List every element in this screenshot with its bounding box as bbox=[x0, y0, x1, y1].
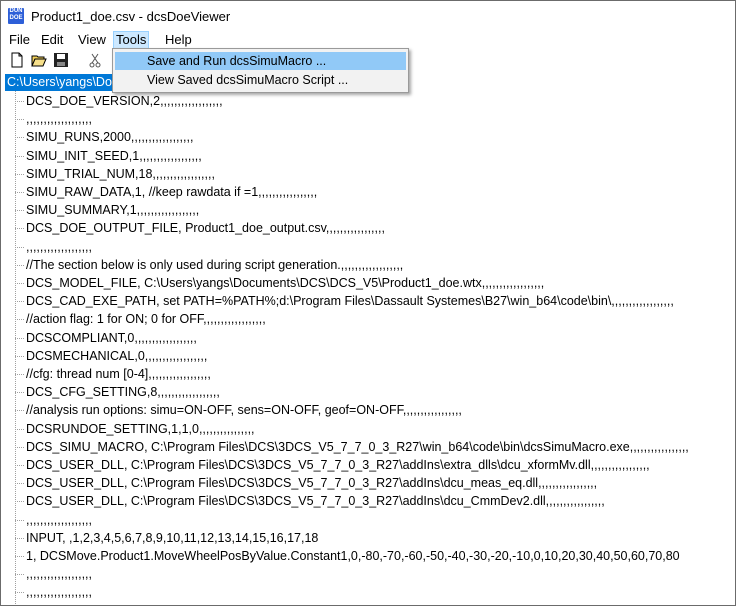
tree-line-text: //analysis run options: simu=ON-OFF, sen… bbox=[26, 403, 462, 418]
tree-line-text: //action flag: 1 for ON; 0 for OFF,,,,,,… bbox=[26, 312, 266, 327]
tree-root-node[interactable]: C:\Users\yangs\Do bbox=[5, 74, 114, 91]
app-icon: DUN DOE bbox=[8, 8, 24, 24]
tree-connector bbox=[15, 246, 24, 248]
tree-line-text: //cfg: thread num [0-4],,,,,,,,,,,,,,,,,… bbox=[26, 367, 211, 381]
tree-connector bbox=[15, 355, 24, 357]
tree-connector bbox=[15, 101, 24, 102]
open-folder-icon[interactable] bbox=[31, 52, 47, 68]
tree-connector bbox=[15, 392, 24, 394]
tree-line-text: DCSCOMPLIANT,0,,,,,,,,,,,,,,,,,, bbox=[26, 330, 197, 345]
tree-connector bbox=[15, 301, 24, 303]
cut-icon[interactable] bbox=[87, 52, 103, 68]
menu-bar: File Edit View Tools Help bbox=[1, 31, 735, 49]
tree-connector bbox=[15, 264, 24, 266]
window-title: Product1_doe.csv - dcsDoeViewer bbox=[31, 9, 231, 24]
tree-line-text: SIMU_TRIAL_NUM,18,,,,,,,,,,,,,,,,,, bbox=[26, 166, 215, 181]
tree-connector bbox=[15, 119, 24, 121]
tree-line-text: DCS_CFG_SETTING,8,,,,,,,,,,,,,,,,,, bbox=[26, 385, 220, 400]
tree-connector bbox=[15, 483, 24, 485]
tree-line-text: ,,,,,,,,,,,,,,,,,,, bbox=[26, 512, 92, 527]
tree-connector bbox=[15, 155, 24, 157]
tree-line-text: ,,,,,,,,,,,,,,,,,,, bbox=[26, 567, 92, 582]
tree-connector bbox=[15, 228, 24, 230]
tree-connector bbox=[15, 319, 24, 321]
tree-connector bbox=[15, 446, 24, 448]
tree-line-text: DCS_USER_DLL, C:\Program Files\DCS\3DCS_… bbox=[26, 458, 650, 472]
title-bar: DUN DOE Product1_doe.csv - dcsDoeViewer bbox=[1, 1, 735, 31]
tree-line-text: DCSRUNDOE_SETTING,1,1,0,,,,,,,,,,,,,,,, bbox=[26, 421, 255, 436]
tree-connector bbox=[15, 210, 24, 212]
tree-connector bbox=[15, 374, 24, 375]
tree-connector bbox=[15, 556, 24, 557]
menu-view-saved-macro[interactable]: View Saved dcsSimuMacro Script ... bbox=[115, 71, 406, 89]
menu-view[interactable]: View bbox=[76, 32, 108, 48]
tree-connector bbox=[15, 519, 24, 521]
tree-line-text: SIMU_INIT_SEED,1,,,,,,,,,,,,,,,,,, bbox=[26, 148, 202, 163]
tree-line-text: SIMU_RUNS,2000,,,,,,,,,,,,,,,,,, bbox=[26, 130, 194, 145]
tree-line-text: DCS_MODEL_FILE, C:\Users\yangs\Documents… bbox=[26, 276, 545, 290]
menu-help[interactable]: Help bbox=[163, 32, 194, 48]
tree-connector bbox=[15, 410, 24, 412]
menu-save-and-run-macro[interactable]: Save and Run dcsSimuMacro ... bbox=[115, 52, 406, 70]
tree-connector bbox=[15, 501, 24, 503]
tree-line-text: ,,,,,,,,,,,,,,,,,,, bbox=[26, 239, 92, 254]
tree-connector bbox=[15, 574, 24, 576]
tree-line-text: DCS_USER_DLL, C:\Program Files\DCS\3DCS_… bbox=[26, 494, 605, 509]
tree-line-text: SIMU_SUMMARY,1,,,,,,,,,,,,,,,,,, bbox=[26, 203, 200, 218]
tree-line-text: DCS_USER_DLL, C:\Program Files\DCS\3DCS_… bbox=[26, 476, 598, 491]
tree-line-text: DCS_DOE_VERSION,2,,,,,,,,,,,,,,,,,, bbox=[26, 94, 223, 108]
tree-connector bbox=[15, 283, 24, 284]
tree-line-text: 1, DCSMove.Product1.MoveWheelPosByValue.… bbox=[26, 549, 680, 563]
tree-line-text: DCS_DOE_OUTPUT_FILE, Product1_doe_output… bbox=[26, 221, 385, 236]
save-icon[interactable] bbox=[53, 52, 69, 68]
tree-line-text: ,,,,,,,,,,,,,,,,,,, bbox=[26, 112, 92, 127]
tree-connector bbox=[15, 192, 24, 193]
menu-edit[interactable]: Edit bbox=[39, 32, 65, 48]
csv-tree-view[interactable]: C:\Users\yangs\Do DCS_DOE_VERSION,2,,,,,… bbox=[2, 73, 734, 604]
tree-line-text: ,,,,,,,,,,,,,,,,,,, bbox=[26, 585, 92, 600]
tree-connector bbox=[15, 537, 24, 539]
tree-connector bbox=[15, 465, 24, 466]
tree-line-text: SIMU_RAW_DATA,1, //keep rawdata if =1,,,… bbox=[26, 185, 318, 199]
tools-dropdown-menu: Save and Run dcsSimuMacro ... View Saved… bbox=[112, 48, 409, 93]
tree-line-text: DCSMECHANICAL,0,,,,,,,,,,,,,,,,,, bbox=[26, 348, 208, 363]
tree-connector bbox=[15, 337, 24, 339]
new-file-icon[interactable] bbox=[9, 52, 25, 68]
tree-line-text: DCS_CAD_EXE_PATH, set PATH=%PATH%;d:\Pro… bbox=[26, 294, 674, 309]
tree-connector bbox=[15, 428, 24, 430]
menu-file[interactable]: File bbox=[7, 32, 32, 48]
tree-connector bbox=[15, 137, 24, 139]
tree-connector bbox=[15, 592, 24, 594]
menu-tools[interactable]: Tools bbox=[113, 31, 150, 49]
tree-connector bbox=[15, 173, 24, 175]
tree-line-text: DCS_SIMU_MACRO, C:\Program Files\DCS\3DC… bbox=[26, 439, 689, 454]
tree-line-text: INPUT, ,1,2,3,4,5,6,7,8,9,10,11,12,13,14… bbox=[26, 530, 319, 545]
tree-line-text: //The section below is only used during … bbox=[26, 257, 404, 272]
tree-guide-line bbox=[15, 91, 16, 604]
